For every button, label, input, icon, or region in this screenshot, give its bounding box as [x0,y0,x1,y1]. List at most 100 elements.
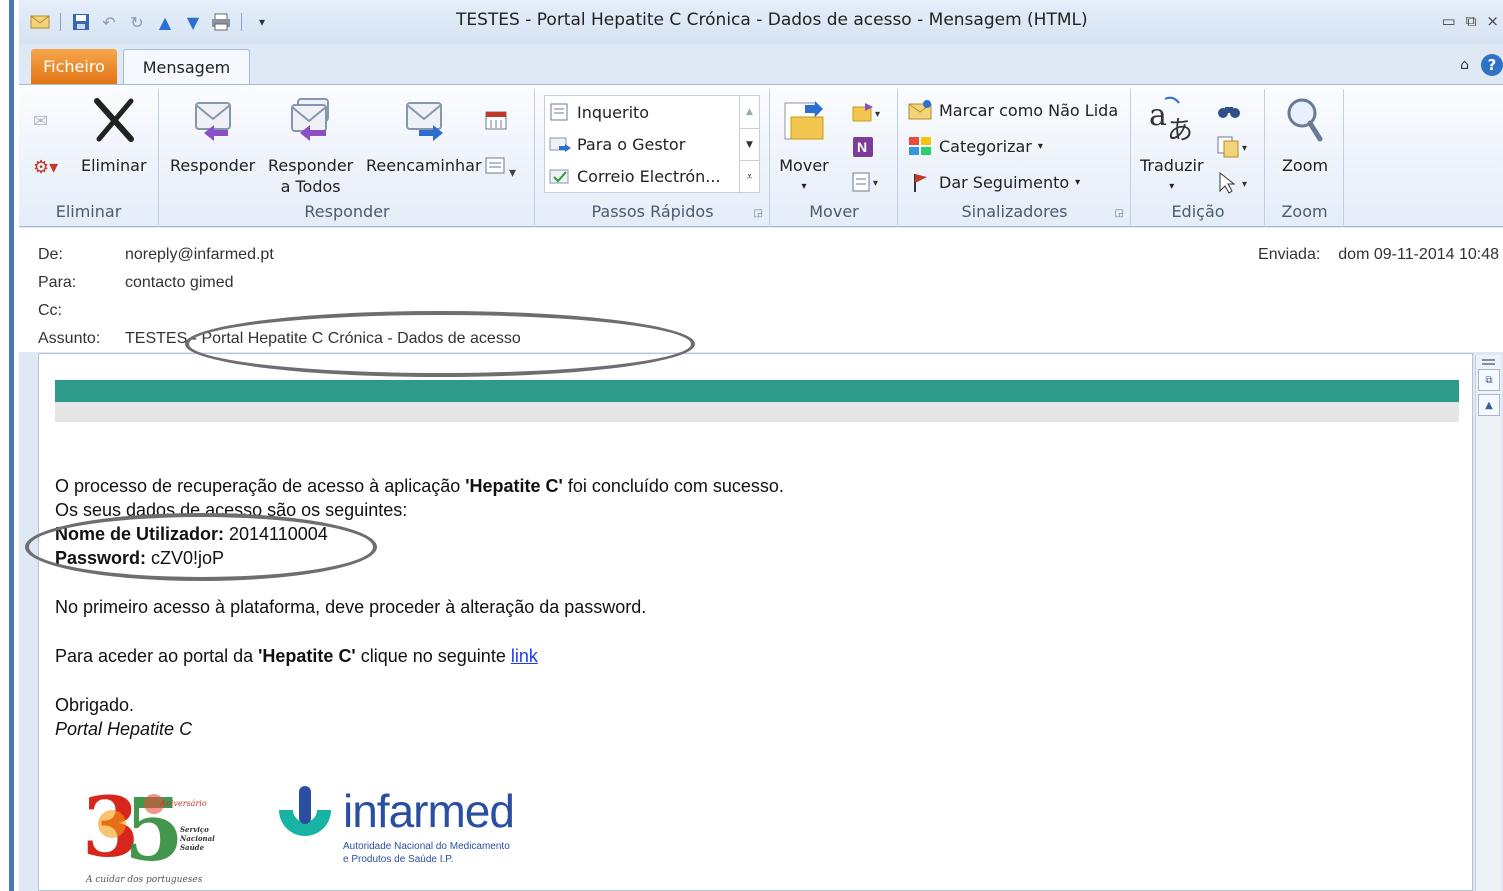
actions-icon[interactable]: ▾ [851,171,885,197]
from-label: De: [38,246,63,263]
onenote-icon[interactable]: N [851,135,875,163]
find-icon[interactable] [1216,99,1242,125]
meeting-reply-icon[interactable] [485,109,509,135]
view-options-icon[interactable]: ⧉ [1478,369,1500,391]
infarmed-logo: infarmed Autoridade Nacional do Medicame… [275,784,525,874]
subject-label: Assunto: [38,330,101,347]
ribbon-tabs: Ficheiro Mensagem ⌂ ? [19,44,1503,85]
subject-value: TESTES - Portal Hepatite C Crónica - Dad… [125,330,521,347]
translate-dropdown-icon: ▾ [1169,181,1175,192]
cc-row: Cc: [38,302,125,320]
more-reply-icon[interactable]: ▾ [485,155,516,181]
tab-file[interactable]: Ficheiro [31,49,117,84]
quick-step-gestor[interactable]: Para o Gestor [549,134,685,154]
group-sinalizadores: Marcar como Não Lida Categorizar ▾ Dar S… [899,89,1131,225]
minimize-icon[interactable]: ▭ [1442,12,1456,30]
check-envelope-icon [549,169,569,184]
dialog-launcher-icon[interactable]: ◲ [754,208,763,219]
quick-step-icon [550,103,568,121]
collapse-ribbon-icon[interactable]: ⌂ [1460,57,1469,73]
quick-step-correio[interactable]: Correio Electrón... [549,166,721,186]
subject-row: Assunto: TESTES - Portal Hepatite C Crón… [38,330,521,348]
body-line-password: Password: cZV0!joP [55,548,225,568]
body-scrollbar[interactable]: ⧉ ▲ [1475,355,1501,891]
ignore-icon[interactable]: ✉ [33,111,48,132]
scroll-up-button[interactable]: ▲ [1478,394,1500,416]
svg-text:a: a [1149,98,1167,133]
dialog-launcher-icon[interactable]: ◲ [1115,208,1124,219]
related-icon[interactable]: ▾ [1216,135,1250,163]
close-icon[interactable]: ⨯ [1486,12,1499,30]
body-line-first-access: No primeiro acesso à plataforma, deve pr… [55,597,647,617]
delete-icon [89,95,139,143]
categorize-dropdown-icon: ▾ [1037,140,1043,152]
magnifier-icon [1280,95,1330,143]
save-icon[interactable] [70,12,92,32]
redo-icon[interactable]: ↻ [126,12,148,32]
expand-gallery-icon[interactable]: ⩡ [740,160,759,193]
customize-icon[interactable]: ▾ [251,12,273,32]
reply-all-icon [286,95,336,143]
body-line-username: Nome de Utilizador: 2014110004 [55,524,328,544]
svg-text:Serviço: Serviço [180,825,209,834]
group-label-eliminar: Eliminar [55,202,122,221]
move-button[interactable]: Mover ▾ [779,95,829,197]
splitter-handle[interactable] [1482,359,1495,365]
follow-up-button[interactable]: Dar Seguimento ▾ [907,171,1080,193]
zoom-button[interactable]: Zoom [1280,95,1330,176]
left-accent-frame [0,0,14,891]
window-controls: ▭ ⧉ ⨯ [1442,12,1499,30]
reply-icon [188,95,238,143]
group-mover: Mover ▾ ▾ N ▾ Mover [771,89,898,225]
infarmed-symbol-icon [279,786,331,836]
mail-icon[interactable] [29,12,51,32]
svg-text:▾: ▾ [1242,179,1247,190]
scroll-up-icon[interactable]: ▲ [740,96,759,128]
message-body: O processo de recuperação de acesso à ap… [38,353,1473,891]
group-label-edicao: Edição [1171,202,1225,221]
email-banner-bar [55,380,1459,402]
body-line-portal-access: Para aceder ao portal da 'Hepatite C' cl… [55,646,538,666]
reply-button[interactable]: Responder [170,95,255,176]
ribbon: ✉ ⚙▾ Eliminar Eliminar Responder Respond… [19,84,1503,227]
cleanup-icon[interactable]: ⚙▾ [33,157,58,178]
up-arrow-icon[interactable]: ▲ [154,12,176,32]
select-icon[interactable]: ▾ [1216,171,1250,199]
delete-button[interactable]: Eliminar [81,95,147,176]
translate-button[interactable]: aあ Traduzir ▾ [1140,95,1204,197]
to-value[interactable]: contacto gimed [125,274,234,292]
help-icon[interactable]: ? [1481,54,1503,76]
forward-button[interactable]: Reencaminhar [366,95,482,176]
from-value[interactable]: noreply@infarmed.pt [125,246,274,264]
group-label-mover: Mover [809,202,859,221]
group-edicao: aあ Traduzir ▾ ▾ ▾ Edição [1132,89,1265,225]
infarmed-name: infarmed [343,785,515,837]
quick-step-inquerito[interactable]: Inquerito [549,102,649,122]
portal-link[interactable]: link [511,646,538,666]
reply-all-button[interactable]: Responder a Todos [268,95,353,197]
rules-icon[interactable]: ▾ [851,101,885,127]
svg-text:N: N [857,139,867,155]
ribbon-right-controls: ⌂ ? [1460,54,1503,76]
svg-text:▾: ▾ [873,178,878,189]
toolbar-separator [241,13,242,31]
mark-unread-button[interactable]: Marcar como Não Lida [907,99,1118,121]
group-passos-rapidos: Inquerito Para o Gestor Correio Electrón… [536,89,770,225]
quick-steps-scroll[interactable]: ▲ ▼ ⩡ [739,96,759,194]
group-zoom: Zoom Zoom [1266,89,1344,225]
sns-35-anniversary-logo: 3 5 Aniversário Serviço Nacional Saúde A… [82,774,217,886]
undo-icon[interactable]: ↶ [98,12,120,32]
group-label-sinalizadores: Sinalizadores [961,202,1068,221]
infarmed-subtitle: Autoridade Nacional do Medicamento e Pro… [343,841,510,865]
restore-icon[interactable]: ⧉ [1466,12,1477,30]
group-label-passos-rapidos: Passos Rápidos [591,202,714,221]
scroll-down-icon[interactable]: ▼ [740,128,759,160]
down-arrow-icon[interactable]: ▼ [182,12,204,32]
tab-message[interactable]: Mensagem [123,49,250,85]
flag-icon [914,174,927,192]
message-header: De: noreply@infarmed.pt Para: contacto g… [19,228,1503,352]
print-icon[interactable] [210,12,232,32]
sent-row: Enviada: dom 09-11-2014 10:48 [1258,246,1499,264]
sent-value: dom 09-11-2014 10:48 [1338,246,1499,263]
categorize-button[interactable]: Categorizar ▾ [907,135,1043,157]
